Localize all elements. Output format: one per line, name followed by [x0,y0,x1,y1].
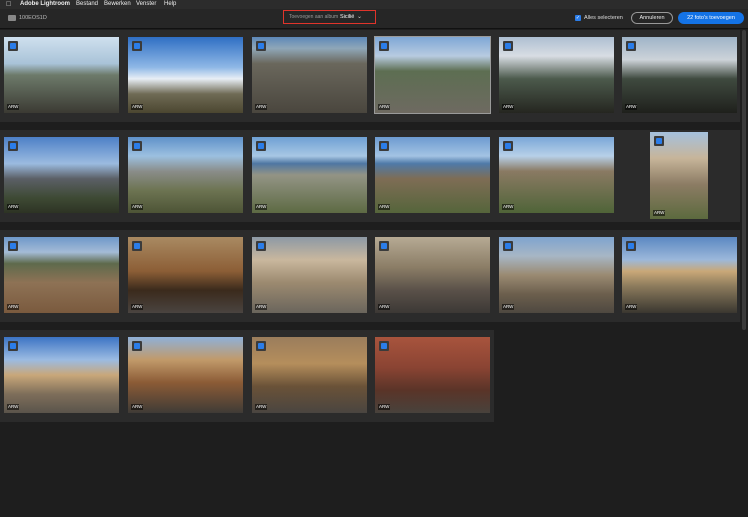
photo-checkbox[interactable] [256,341,266,351]
photo-checkbox[interactable] [626,241,636,251]
file-type-badge: ARW [378,304,391,310]
file-type-badge: ARW [131,304,144,310]
album-label: Toevoegen aan album [289,14,339,20]
photo-thumbnail[interactable]: ARW [622,37,737,113]
import-toolbar: 100EOS1D Toevoegen aan album Sicilië ⌄ ✓… [0,9,748,29]
photo-checkbox[interactable] [503,241,513,251]
menu-bewerken[interactable]: Bewerken [104,0,131,9]
photo-checkbox[interactable] [379,341,389,351]
file-type-badge: ARW [653,210,666,216]
album-value[interactable]: Sicilië [340,14,354,21]
photo-checkbox[interactable] [503,41,513,51]
photo-checkbox[interactable] [132,341,142,351]
file-type-badge: ARW [131,104,144,110]
photo-checkbox[interactable] [379,241,389,251]
photo-grid: ARW ARW ARW ARW ARW ARW ARW ARW ARW ARW ARW ARW ARW A… [0,30,748,517]
photo-checkbox[interactable] [8,341,18,351]
photo-thumbnail[interactable]: ARW [622,237,737,313]
folder-icon [8,15,16,21]
photo-thumbnail[interactable]: ARW [4,137,119,213]
menu-bar:  Adobe Lightroom Bestand Bewerken Venst… [0,0,748,9]
file-type-badge: ARW [255,304,268,310]
photo-thumbnail[interactable]: ARW [4,237,119,313]
file-type-badge: ARW [378,104,391,110]
photo-thumbnail[interactable]: ARW [128,137,243,213]
photo-checkbox[interactable] [256,141,266,151]
file-type-badge: ARW [131,404,144,410]
photo-thumbnail[interactable]: ARW [252,37,367,113]
photo-thumbnail[interactable]: ARW [375,337,490,413]
photo-checkbox[interactable] [626,41,636,51]
file-type-badge: ARW [7,204,20,210]
select-all-checkbox[interactable]: ✓ [575,15,581,21]
photo-checkbox[interactable] [379,141,389,151]
photo-thumbnail[interactable]: ARW [252,137,367,213]
file-type-badge: ARW [625,104,638,110]
file-type-badge: ARW [7,104,20,110]
chevron-down-icon[interactable]: ⌄ [357,13,362,21]
file-type-badge: ARW [7,404,20,410]
folder-name: 100EOS1D [19,15,47,21]
photo-thumbnail[interactable]: ARW [4,37,119,113]
menu-bestand[interactable]: Bestand [76,0,98,9]
photo-checkbox[interactable] [8,141,18,151]
scrollbar[interactable] [742,30,746,330]
photo-thumbnail[interactable]: ARW [499,37,614,113]
file-type-badge: ARW [502,304,515,310]
photo-thumbnail[interactable]: ARW [374,36,491,114]
photo-thumbnail[interactable]: ARW [128,237,243,313]
photo-checkbox[interactable] [379,41,389,51]
album-selector[interactable]: Toevoegen aan album Sicilië ⌄ [283,10,376,24]
photo-checkbox[interactable] [256,41,266,51]
photo-thumbnail[interactable]: ARW [128,337,243,413]
photo-thumbnail[interactable]: ARW [128,37,243,113]
file-type-badge: ARW [502,104,515,110]
photo-checkbox[interactable] [8,41,18,51]
photo-thumbnail[interactable]: ARW [252,337,367,413]
menu-app-name[interactable]: Adobe Lightroom [20,0,70,9]
cancel-button[interactable]: Annuleren [631,12,673,24]
photo-thumbnail[interactable]: ARW [252,237,367,313]
file-type-badge: ARW [502,204,515,210]
file-type-badge: ARW [131,204,144,210]
menu-venster[interactable]: Venster [136,0,156,9]
photo-thumbnail[interactable]: ARW [375,137,490,213]
photo-thumbnail[interactable]: ARW [4,337,119,413]
select-all-label[interactable]: Alles selecteren [584,14,623,22]
photo-checkbox[interactable] [132,241,142,251]
photo-checkbox[interactable] [132,41,142,51]
file-type-badge: ARW [255,104,268,110]
file-type-badge: ARW [255,204,268,210]
file-type-badge: ARW [625,304,638,310]
file-type-badge: ARW [378,404,391,410]
photo-checkbox[interactable] [132,141,142,151]
apple-icon[interactable]:  [6,0,11,9]
file-type-badge: ARW [378,204,391,210]
photo-checkbox[interactable] [8,241,18,251]
photo-thumbnail[interactable]: ARW [499,237,614,313]
photo-checkbox[interactable] [503,141,513,151]
file-type-badge: ARW [7,304,20,310]
photo-checkbox[interactable] [654,136,664,146]
file-type-badge: ARW [255,404,268,410]
photo-thumbnail[interactable]: ARW [375,237,490,313]
photo-thumbnail[interactable]: ARW [499,137,614,213]
photo-checkbox[interactable] [256,241,266,251]
menu-help[interactable]: Help [164,0,176,9]
add-photos-button[interactable]: 22 foto's toevoegen [678,12,744,24]
photo-thumbnail[interactable]: ARW [650,132,708,219]
